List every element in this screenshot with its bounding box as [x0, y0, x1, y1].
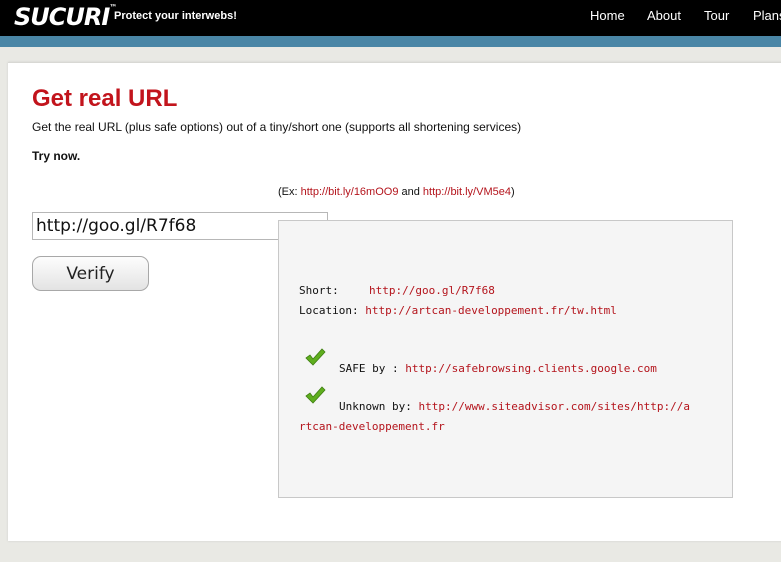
top-navigation-bar: SUCURI™ Protect your interwebs! Home Abo… [0, 0, 781, 36]
tagline: Protect your interwebs! [114, 10, 237, 22]
checkmark-icon [305, 348, 326, 366]
example-link-1[interactable]: http://bit.ly/16mOO9 [301, 186, 399, 198]
nav-home[interactable]: Home [590, 8, 625, 23]
safe-label: SAFE by : [339, 362, 399, 375]
unknown-label: Unknown by: [339, 400, 412, 413]
nav-tour[interactable]: Tour [704, 8, 729, 23]
example-link-2[interactable]: http://bit.ly/VM5e4 [423, 186, 511, 198]
nav-plans[interactable]: Plans [753, 8, 781, 23]
try-now-label: Try now. [32, 149, 81, 163]
unknown-row: Unknown by: http://www.siteadvisor.com/s… [339, 400, 690, 413]
examples-line: (Ex: http://bit.ly/16mOO9 and http://bit… [278, 186, 515, 198]
verify-button[interactable]: Verify [32, 256, 149, 291]
result-box: Short: http://goo.gl/R7f68 Location: http… [278, 220, 733, 498]
siteadvisor-link-continued[interactable]: rtcan-developpement.fr [299, 420, 445, 433]
location-row: Location: http://artcan-developpement.fr… [299, 304, 617, 317]
short-row: Short: http://goo.gl/R7f68 [299, 284, 495, 297]
page-description: Get the real URL (plus safe options) out… [32, 120, 522, 134]
sucuri-logo[interactable]: SUCURI™ [14, 3, 117, 31]
safe-row: SAFE by : http://safebrowsing.clients.go… [339, 362, 657, 375]
siteadvisor-link[interactable]: http://www.siteadvisor.com/sites/http://… [418, 400, 690, 413]
checkmark-icon [305, 386, 326, 404]
unknown-row-continued: rtcan-developpement.fr [299, 420, 445, 433]
page-title: Get real URL [32, 85, 178, 112]
nav-about[interactable]: About [647, 8, 681, 23]
location-url-link[interactable]: http://artcan-developpement.fr/tw.html [365, 304, 617, 317]
location-label: Location: [299, 304, 359, 317]
content-panel: Get real URL Get the real URL (plus safe… [8, 62, 781, 541]
safe-browsing-link[interactable]: http://safebrowsing.clients.google.com [405, 362, 657, 375]
header-accent-strip [0, 36, 781, 47]
short-url-link[interactable]: http://goo.gl/R7f68 [369, 284, 495, 297]
short-label: Short: [299, 284, 339, 297]
